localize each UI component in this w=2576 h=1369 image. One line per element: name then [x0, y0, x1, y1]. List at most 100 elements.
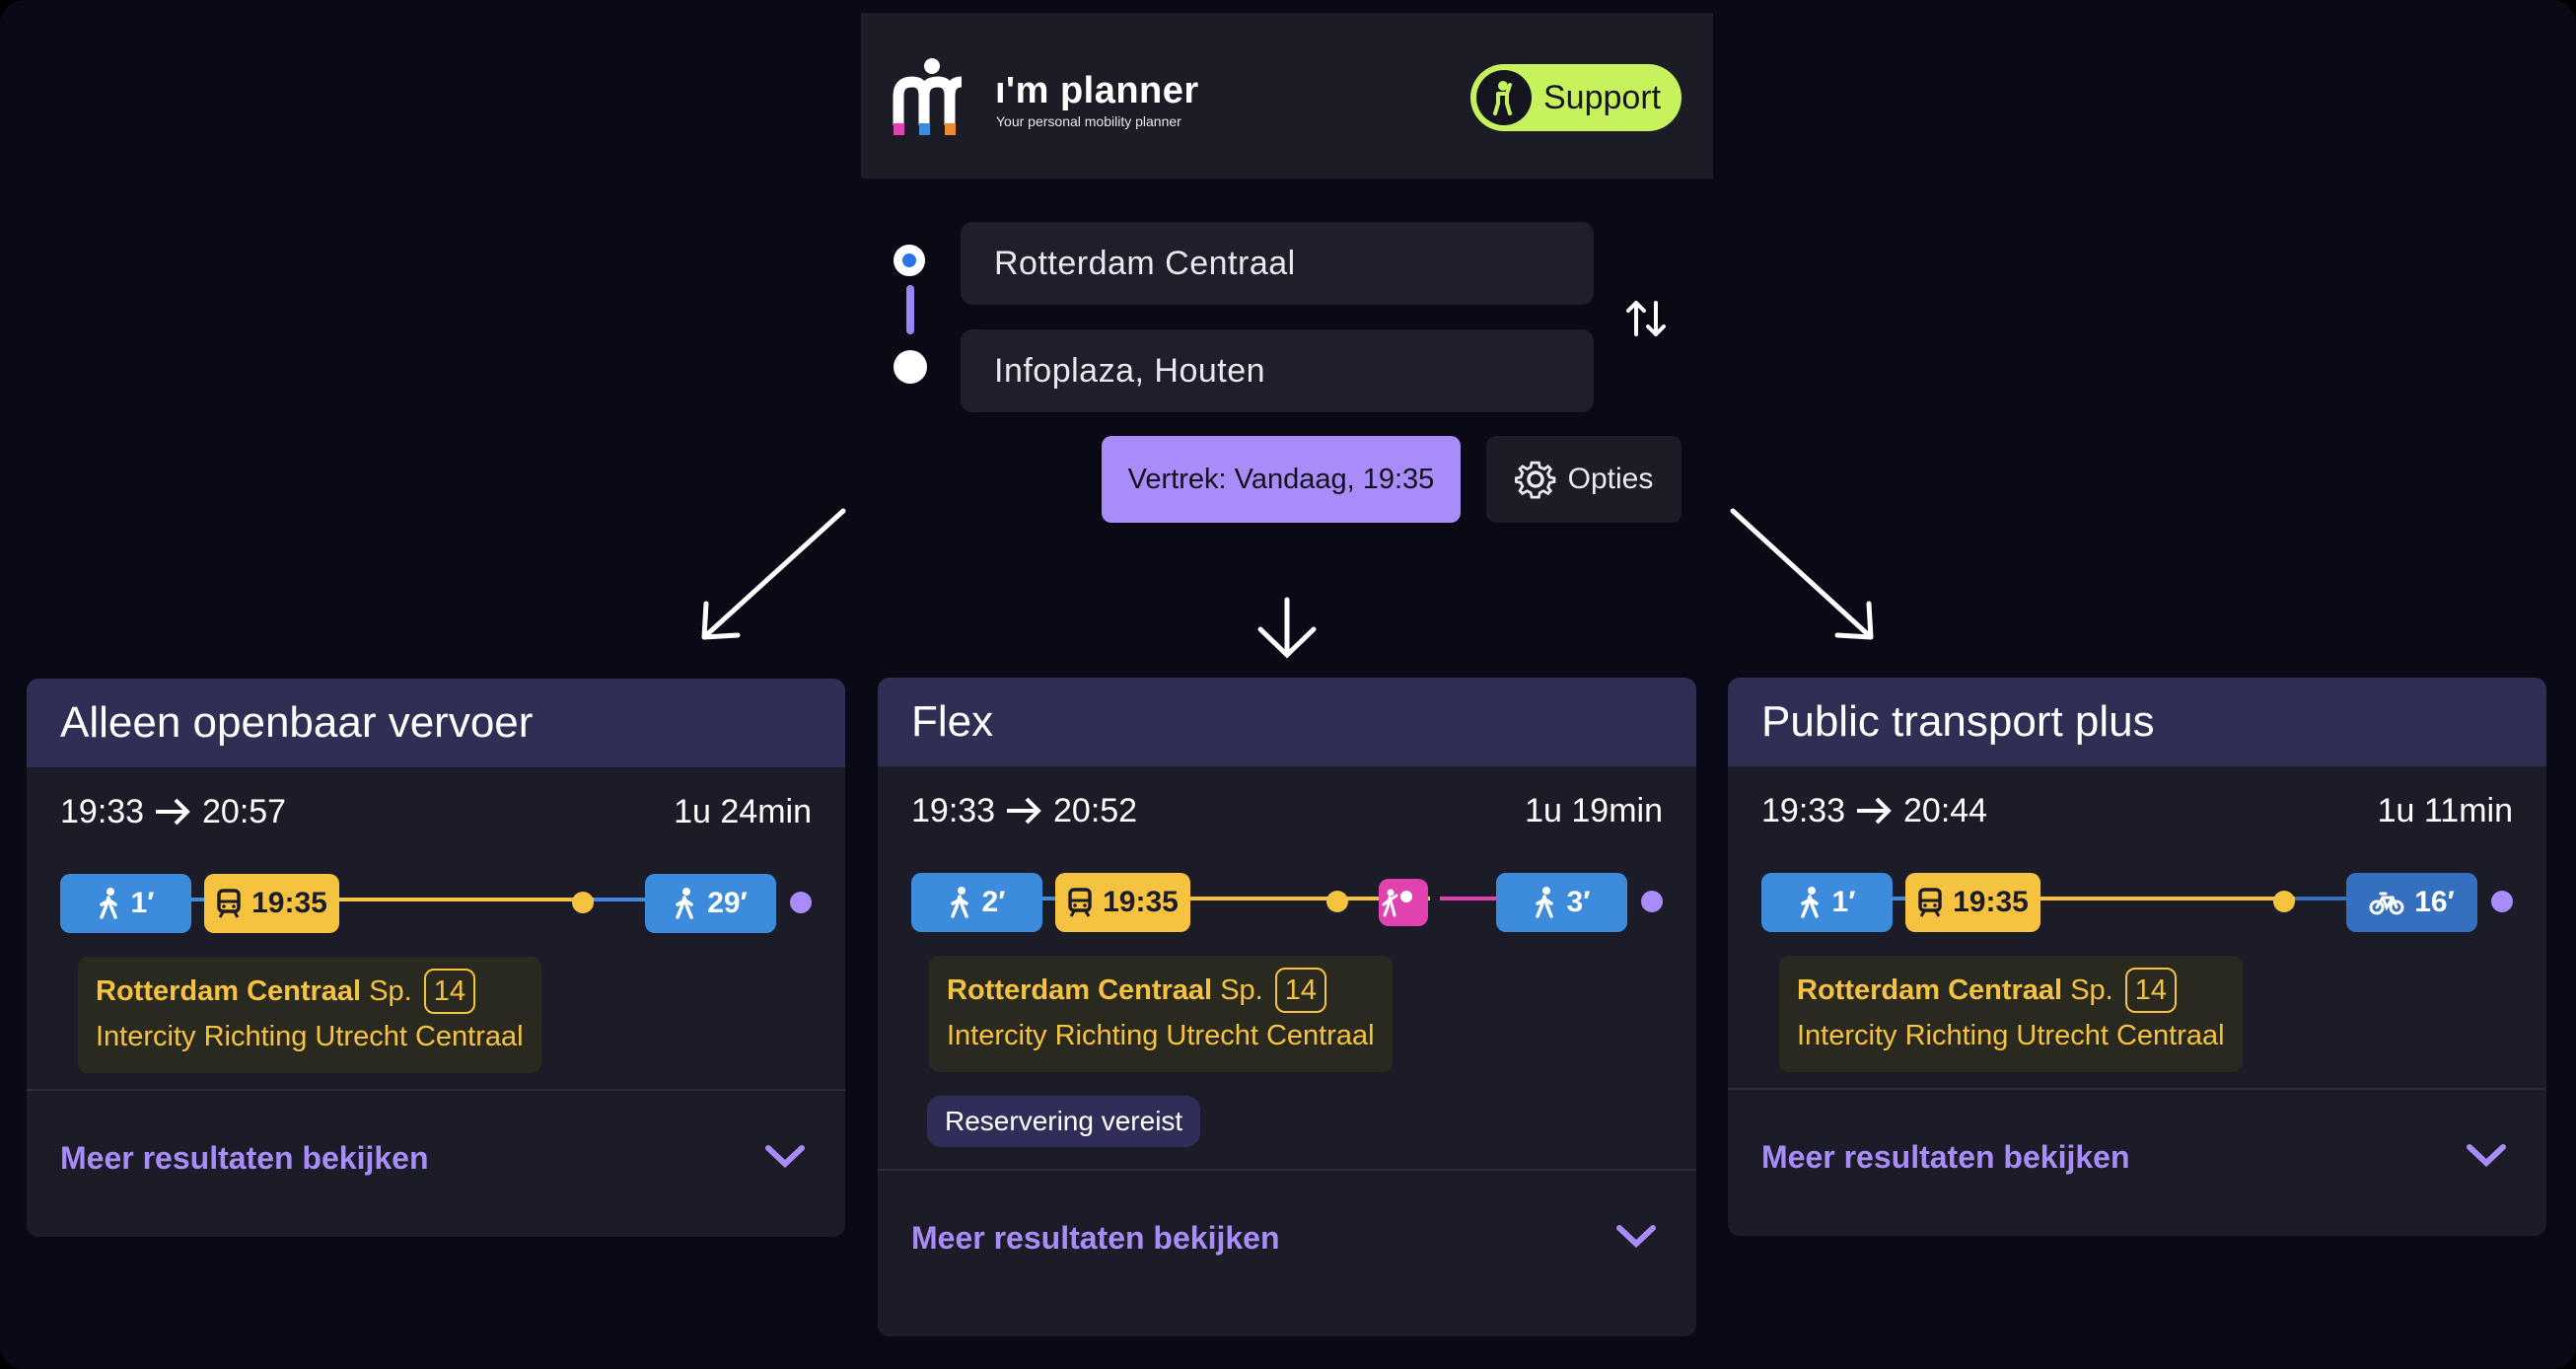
departure-info: Rotterdam Centraal Sp. 14 Intercity Rich… [929, 956, 1393, 1072]
walk-icon [1535, 887, 1553, 918]
origin-marker-icon [894, 245, 925, 276]
destination-marker [790, 892, 812, 913]
arrow-right-icon [1006, 797, 1041, 825]
result-card-public-transport-plus[interactable]: Public transport plus 19:33 20:44 1u 11m… [1728, 678, 2546, 1236]
station-name: Rotterdam Centraal [96, 975, 362, 1007]
route-legs: 2′ 19:35 3′ [878, 853, 1696, 944]
more-results-row[interactable]: Meer resultaten bekijken [1728, 1088, 2546, 1222]
arrow-left-icon [701, 508, 846, 640]
route-legs: 1′ 19:35 29′ [27, 854, 845, 945]
result-card-flex[interactable]: Flex 19:33 20:52 1u 19min 2′ 19:35 3′ Ro… [878, 678, 1696, 1336]
search-form: Rotterdam Centraal Infoplaza, Houten Ver… [861, 179, 1713, 534]
walk-icon [676, 888, 693, 919]
arrow-right-icon [1856, 797, 1892, 825]
stage: ı'm planner Your personal mobility plann… [0, 0, 2576, 1369]
more-results-link[interactable]: Meer resultaten bekijken [60, 1140, 428, 1177]
route-connector [906, 285, 914, 334]
trip-duration: 1u 24min [674, 793, 812, 830]
leg-walk-last-duration: 29′ [707, 887, 748, 919]
leg-train: 19:35 [1905, 873, 2040, 932]
departure-info: Rotterdam Centraal Sp. 14 Intercity Rich… [1779, 956, 2243, 1072]
more-results-link[interactable]: Meer resultaten bekijken [911, 1220, 1279, 1257]
leg-train-time: 19:35 [1953, 886, 2029, 918]
destination-marker-icon [894, 350, 927, 384]
depart-time: 19:33 [60, 793, 145, 830]
leg-walk: 1′ [60, 874, 191, 933]
service-line: Intercity Richting Utrecht Centraal [947, 1020, 1375, 1051]
destination-marker [2491, 891, 2513, 912]
train-icon [1068, 888, 1092, 917]
leg-train: 19:35 [204, 874, 339, 933]
more-results-row[interactable]: Meer resultaten bekijken [27, 1089, 845, 1223]
leg-bike: 16′ [2346, 873, 2477, 932]
trip-times: 19:33 20:57 1u 24min [27, 767, 845, 854]
brand-tagline: Your personal mobility planner [996, 113, 1181, 129]
depart-time: 19:33 [911, 792, 996, 829]
arrow-right-icon [155, 798, 190, 826]
route-legs: 1′ 19:35 16′ [1728, 853, 2546, 944]
leg-walk: 2′ [911, 873, 1042, 932]
platform-badge: 14 [423, 969, 476, 1014]
person-icon [1476, 70, 1532, 125]
leg-walk-last-duration: 3′ [1566, 886, 1591, 918]
flex-icon [1382, 889, 1412, 917]
bike-icon [2369, 892, 2404, 915]
trip-times: 19:33 20:52 1u 19min [878, 766, 1696, 853]
arrive-time: 20:57 [202, 793, 287, 830]
walk-icon [1800, 887, 1819, 918]
chevron-down-icon[interactable] [764, 1142, 806, 1170]
leg-flex [1379, 879, 1428, 926]
time-range: 19:33 20:52 [911, 792, 1137, 830]
gear-icon [1514, 461, 1556, 499]
platform-prefix: Sp. [2070, 974, 2113, 1006]
leg-train-time: 19:35 [1103, 886, 1179, 918]
leg-walk-last: 3′ [1496, 873, 1627, 932]
support-label: Support [1543, 78, 1662, 116]
card-title: Public transport plus [1728, 678, 2546, 766]
card-title: Alleen openbaar vervoer [27, 679, 845, 767]
platform-badge: 14 [2124, 968, 2178, 1013]
leg-walk-duration: 1′ [1831, 886, 1856, 918]
arrow-down-icon [1257, 597, 1317, 659]
more-results-row[interactable]: Meer resultaten bekijken [878, 1169, 1696, 1303]
options-button[interactable]: Opties [1486, 436, 1682, 523]
service-line: Intercity Richting Utrecht Centraal [96, 1021, 524, 1052]
leg-bike-duration: 16′ [2414, 886, 2455, 918]
leg-train: 19:35 [1055, 873, 1190, 932]
walk-icon [950, 887, 968, 918]
departure-info: Rotterdam Centraal Sp. 14 Intercity Rich… [78, 957, 541, 1073]
destination-marker [1641, 891, 1663, 912]
arrow-right-icon [1730, 508, 1874, 640]
origin-input[interactable]: Rotterdam Centraal [961, 222, 1594, 305]
walk-icon [99, 888, 117, 919]
arrive-time: 20:52 [1053, 792, 1138, 829]
swap-icon[interactable] [1622, 295, 1674, 342]
platform-badge: 14 [1274, 968, 1327, 1013]
train-icon [217, 889, 241, 918]
train-icon [1918, 888, 1942, 917]
time-range: 19:33 20:57 [60, 793, 286, 831]
leg-walk-last: 29′ [645, 874, 776, 933]
support-button[interactable]: Support [1470, 64, 1682, 131]
logo-icon [893, 58, 963, 135]
more-results-link[interactable]: Meer resultaten bekijken [1761, 1139, 2129, 1176]
brand-name: ı'm planner [995, 70, 1199, 111]
leg-train-time: 19:35 [251, 887, 327, 919]
options-label: Opties [1567, 463, 1654, 495]
station-name: Rotterdam Centraal [947, 974, 1213, 1006]
destination-input[interactable]: Infoplaza, Houten [961, 329, 1594, 412]
platform-prefix: Sp. [1220, 974, 1263, 1006]
trip-duration: 1u 19min [1525, 792, 1663, 829]
station-name: Rotterdam Centraal [1797, 974, 2063, 1006]
card-title: Flex [878, 678, 1696, 766]
arrive-time: 20:44 [1903, 792, 1988, 829]
chevron-down-icon[interactable] [2466, 1141, 2507, 1169]
stop-marker [1326, 891, 1348, 912]
stop-marker [2273, 891, 2295, 912]
reservation-badge: Reservering vereist [927, 1096, 1201, 1147]
result-card-public-transport[interactable]: Alleen openbaar vervoer 19:33 20:57 1u 2… [27, 679, 845, 1237]
trip-duration: 1u 11min [2377, 792, 2513, 829]
service-line: Intercity Richting Utrecht Centraal [1797, 1020, 2225, 1051]
departure-time-button[interactable]: Vertrek: Vandaag, 19:35 [1102, 436, 1461, 523]
chevron-down-icon[interactable] [1615, 1222, 1657, 1250]
